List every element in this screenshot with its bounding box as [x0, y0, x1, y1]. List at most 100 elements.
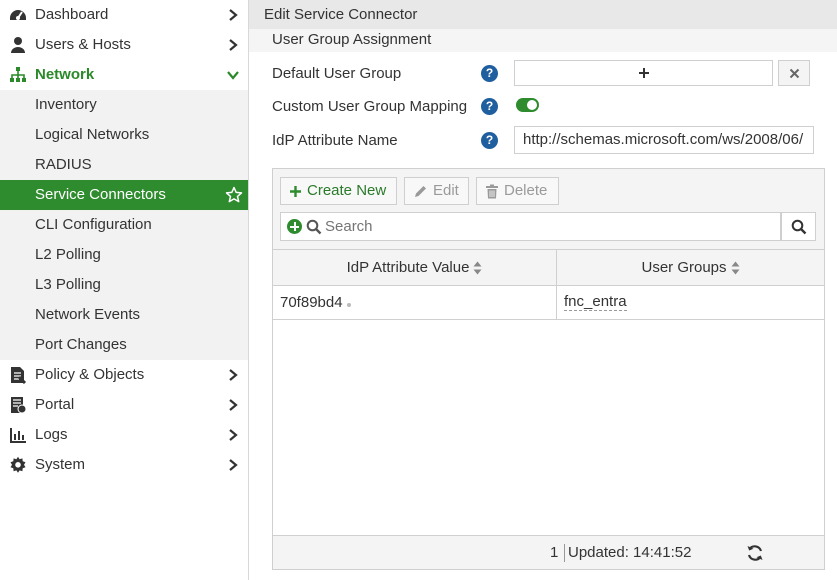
- idp-attribute-value-cell: 70f89bd4: [280, 294, 343, 311]
- column-header-label: IdP Attribute Value: [346, 259, 470, 276]
- sidebar-item-label: L2 Polling: [35, 246, 101, 263]
- default-user-group-label: Default User Group: [272, 65, 402, 82]
- footer-separator: [564, 544, 565, 562]
- sidebar-item-label: Network Events: [35, 306, 141, 323]
- sidebar-item-logs[interactable]: Logs: [0, 420, 248, 450]
- section-title: User Group Assignment: [272, 31, 432, 48]
- network-icon: [9, 66, 27, 84]
- default-user-group-field[interactable]: [514, 60, 773, 86]
- mapping-table: IdP Attribute Value User Groups 70f89bd4…: [273, 249, 824, 535]
- sidebar-item-label: Service Connectors: [35, 186, 166, 203]
- sidebar-item-label: Users & Hosts: [35, 36, 131, 53]
- chevron-right-icon: [229, 459, 238, 471]
- edit-button[interactable]: Edit: [404, 177, 469, 205]
- section-header: User Group Assignment: [249, 29, 837, 52]
- updated-timestamp: Updated: 14:41:52: [568, 544, 692, 561]
- star-icon[interactable]: [225, 186, 243, 204]
- refresh-icon[interactable]: [746, 544, 764, 562]
- delete-button[interactable]: Delete: [476, 177, 559, 205]
- sidebar-item-l3-polling[interactable]: L3 Polling: [0, 270, 248, 300]
- trash-icon: [486, 184, 498, 198]
- create-new-label: Create New: [307, 182, 387, 199]
- sort-icon: [731, 261, 740, 274]
- chevron-down-icon: [227, 71, 239, 80]
- plus-icon: [290, 185, 301, 197]
- user-group-cell[interactable]: fnc_entra: [564, 294, 627, 311]
- gear-icon: [9, 456, 27, 474]
- sidebar-item-service-connectors[interactable]: Service Connectors: [0, 180, 248, 210]
- sidebar-item-label: Network: [35, 66, 95, 83]
- sidebar-item-inventory[interactable]: Inventory: [0, 90, 248, 120]
- sidebar-item-network-events[interactable]: Network Events: [0, 300, 248, 330]
- mapping-panel: Create New Edit Delete IdP Attribute Val…: [272, 168, 825, 570]
- column-header-idp-attribute-value[interactable]: IdP Attribute Value: [273, 250, 556, 285]
- sidebar-item-label: Policy & Objects: [35, 366, 145, 383]
- sidebar-item-label: Dashboard: [35, 6, 109, 23]
- chevron-right-icon: [229, 9, 238, 21]
- portal-icon: [9, 396, 27, 414]
- help-icon[interactable]: ?: [481, 98, 498, 115]
- search-button[interactable]: [781, 212, 816, 241]
- close-icon: [789, 68, 799, 78]
- table-header: IdP Attribute Value User Groups: [273, 250, 824, 286]
- custom-mapping-toggle[interactable]: [516, 98, 539, 112]
- search-icon: [306, 219, 322, 235]
- sidebar-item-system[interactable]: System: [0, 450, 248, 480]
- search-input[interactable]: [325, 216, 765, 237]
- sidebar-item-dashboard[interactable]: Dashboard: [0, 0, 248, 30]
- sidebar-item-port-changes[interactable]: Port Changes: [0, 330, 248, 360]
- dashboard-icon: [9, 6, 27, 24]
- sidebar-item-l2-polling[interactable]: L2 Polling: [0, 240, 248, 270]
- sidebar: Dashboard Users & Hosts Network Inventor…: [0, 0, 249, 580]
- clear-default-user-group-button[interactable]: [778, 60, 810, 86]
- sidebar-item-label: L3 Polling: [35, 276, 101, 293]
- idp-attribute-name-label: IdP Attribute Name: [272, 132, 398, 149]
- sidebar-item-users-hosts[interactable]: Users & Hosts: [0, 30, 248, 60]
- network-submenu: Inventory Logical Networks RADIUS Servic…: [0, 90, 248, 360]
- logs-icon: [9, 426, 27, 444]
- column-header-label: User Groups: [641, 259, 727, 276]
- chevron-right-icon: [229, 369, 238, 381]
- delete-label: Delete: [504, 182, 548, 199]
- sort-icon: [473, 261, 482, 274]
- plus-icon: [638, 68, 649, 78]
- sidebar-item-logical-networks[interactable]: Logical Networks: [0, 120, 248, 150]
- search-bar: [280, 212, 781, 241]
- sidebar-item-label: Logical Networks: [35, 126, 150, 143]
- idp-attribute-name-input[interactable]: http://schemas.microsoft.com/ws/2008/06/: [514, 126, 814, 154]
- column-divider: [556, 286, 557, 320]
- sidebar-item-label: CLI Configuration: [35, 216, 152, 233]
- pencil-icon: [415, 185, 426, 197]
- sidebar-item-label: Logs: [35, 426, 68, 443]
- help-icon[interactable]: ?: [481, 132, 498, 149]
- page-title: Edit Service Connector: [264, 6, 418, 23]
- search-icon: [791, 219, 806, 234]
- add-filter-icon[interactable]: [287, 219, 302, 234]
- sidebar-item-label: System: [35, 456, 86, 473]
- create-new-button[interactable]: Create New: [280, 177, 397, 205]
- chevron-right-icon: [229, 399, 238, 411]
- sidebar-item-cli-configuration[interactable]: CLI Configuration: [0, 210, 248, 240]
- policy-icon: [9, 366, 27, 384]
- sidebar-item-label: RADIUS: [35, 156, 92, 173]
- custom-mapping-label: Custom User Group Mapping: [272, 98, 468, 115]
- sidebar-item-label: Port Changes: [35, 336, 127, 353]
- edit-label: Edit: [433, 182, 459, 199]
- sidebar-item-network[interactable]: Network: [0, 60, 248, 90]
- table-row[interactable]: 70f89bd4 fnc_entra: [273, 286, 824, 320]
- sidebar-item-radius[interactable]: RADIUS: [0, 150, 248, 180]
- main-panel: Edit Service Connector User Group Assign…: [249, 0, 837, 580]
- truncation-dot: [347, 303, 351, 307]
- table-footer: 1 Updated: 14:41:52: [273, 535, 824, 569]
- column-header-user-groups[interactable]: User Groups: [557, 250, 824, 285]
- user-icon: [9, 36, 27, 54]
- sidebar-item-portal[interactable]: Portal: [0, 390, 248, 420]
- chevron-right-icon: [229, 39, 238, 51]
- sidebar-item-policy-objects[interactable]: Policy & Objects: [0, 360, 248, 390]
- row-count: 1: [550, 544, 559, 561]
- sidebar-item-label: Inventory: [35, 96, 97, 113]
- help-icon[interactable]: ?: [481, 65, 498, 82]
- chevron-right-icon: [229, 429, 238, 441]
- page-title-bar: Edit Service Connector: [249, 0, 837, 29]
- sidebar-item-label: Portal: [35, 396, 75, 413]
